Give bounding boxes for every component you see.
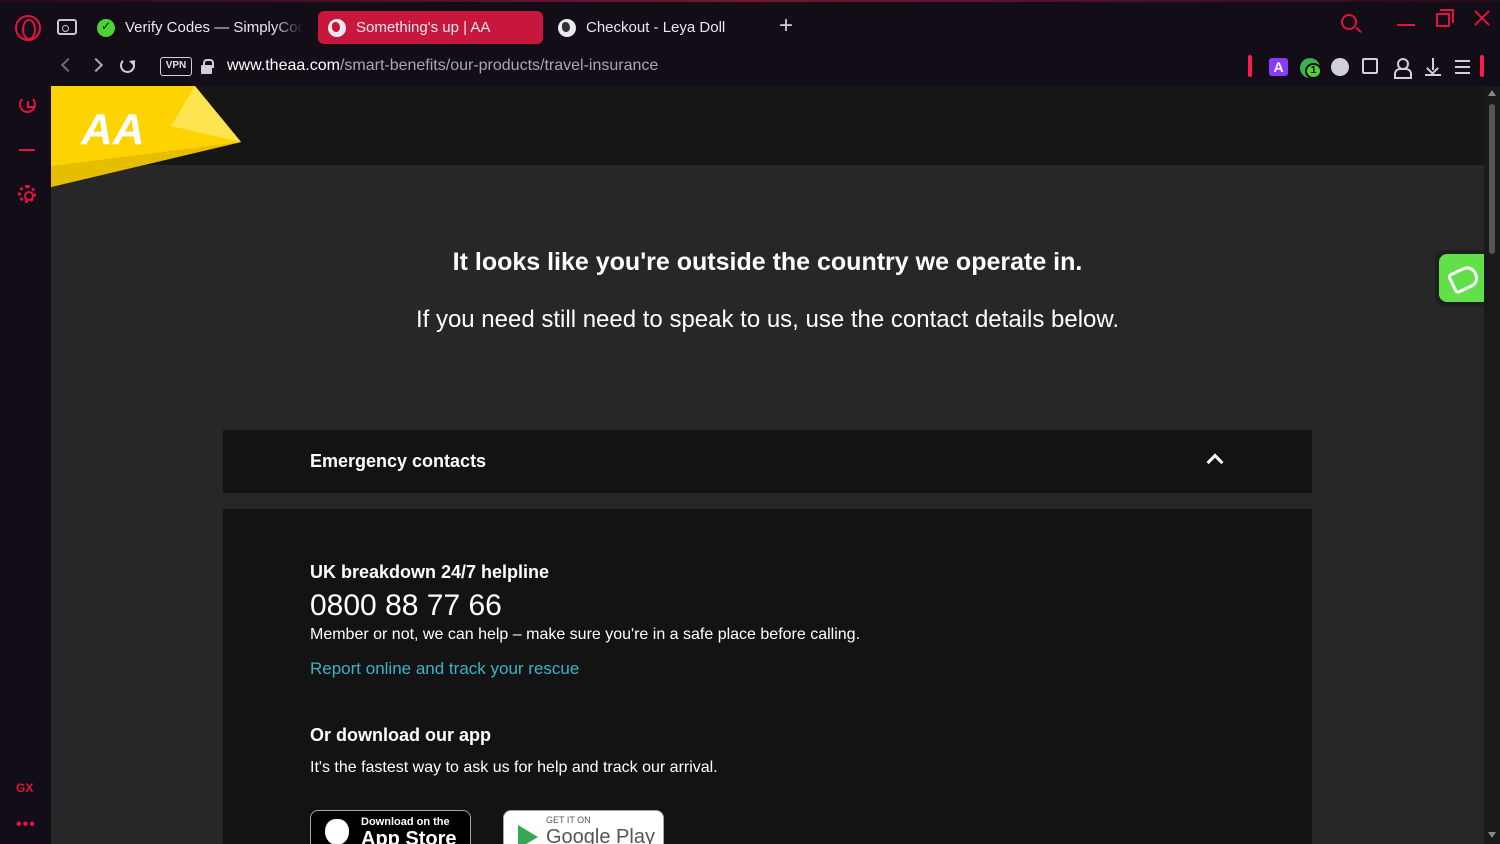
app-store-button[interactable]: Download on the App Store: [310, 810, 471, 844]
forward-icon[interactable]: [88, 57, 104, 73]
sidebar: GX •••: [0, 86, 51, 844]
opera-logo-icon[interactable]: [15, 15, 41, 41]
globe-icon: [558, 18, 576, 37]
tab-search-icon[interactable]: [1341, 14, 1357, 30]
extension-badge: 1: [1305, 63, 1322, 79]
page-subline: If you need still need to speak to us, u…: [415, 306, 1120, 333]
page-scrollbar[interactable]: [1484, 86, 1500, 844]
accent-bar-icon: [1480, 55, 1484, 77]
accordion-panel: UK breakdown 24/7 helpline 0800 88 77 66…: [223, 509, 1312, 844]
helpline-phone: 0800 88 77 66: [310, 589, 502, 622]
new-tab-button[interactable]: +: [776, 14, 796, 38]
scroll-down-icon[interactable]: [1488, 832, 1496, 838]
emergency-contacts-accordion[interactable]: Emergency contacts: [223, 430, 1312, 493]
app-note: It's the fastest way to ask us for help …: [310, 759, 718, 776]
tab-checkout-leya-doll[interactable]: Checkout - Leya Doll: [558, 11, 758, 44]
helpline-note: Member or not, we can help – make sure y…: [310, 626, 861, 643]
google-play-icon: [518, 825, 538, 844]
minimize-icon[interactable]: [1397, 24, 1415, 26]
report-online-link[interactable]: Report online and track your rescue: [310, 659, 579, 679]
tab-label: Checkout - Leya Doll: [586, 19, 726, 36]
profile-icon[interactable]: [1394, 58, 1412, 79]
lock-icon[interactable]: [201, 59, 214, 74]
app-store-small-text: Download on the: [361, 816, 450, 828]
scroll-up-icon[interactable]: [1488, 90, 1496, 96]
google-play-button[interactable]: GET IT ON Google Play: [503, 810, 664, 844]
scroll-thumb[interactable]: [1489, 104, 1495, 254]
tab-label: Something's up | AA: [356, 19, 491, 36]
extension-a-icon[interactable]: A: [1269, 58, 1288, 76]
gx-control-icon[interactable]: [57, 19, 77, 35]
globe-icon: [328, 18, 346, 37]
floating-extension-widget[interactable]: [1435, 250, 1484, 306]
sidebar-divider: [19, 149, 35, 151]
tab-somethings-up-aa[interactable]: Something's up | AA: [318, 11, 543, 44]
apple-icon: [325, 819, 349, 844]
app-store-big-text: App Store: [361, 828, 457, 844]
back-icon[interactable]: [60, 57, 76, 73]
page-content: AA It looks like you're outside the coun…: [51, 86, 1484, 844]
google-play-big-text: Google Play: [546, 826, 655, 844]
extension-c-icon[interactable]: [1331, 58, 1349, 76]
settings-gear-icon[interactable]: [18, 185, 36, 203]
chevron-up-icon[interactable]: [1206, 453, 1224, 471]
aa-logo[interactable]: AA: [51, 86, 241, 187]
simplycodes-check-icon: [97, 18, 115, 37]
reload-icon[interactable]: [120, 58, 135, 73]
url-field[interactable]: www.theaa.com/smart-benefits/our-product…: [227, 57, 658, 75]
url-host: www.theaa.com: [227, 57, 340, 74]
app-heading: Or download our app: [310, 725, 491, 745]
history-icon[interactable]: [19, 96, 36, 113]
tab-bar: Verify Codes — SimplyCodes Something's u…: [0, 0, 1500, 48]
more-icon[interactable]: •••: [16, 816, 36, 834]
helpline-heading: UK breakdown 24/7 helpline: [310, 562, 550, 582]
accordion-title: Emergency contacts: [310, 451, 487, 471]
easy-setup-menu-icon[interactable]: [1455, 60, 1470, 74]
download-icon[interactable]: [1425, 58, 1441, 76]
restore-icon[interactable]: [1436, 9, 1454, 27]
url-path: /smart-benefits/our-products/travel-insu…: [339, 57, 659, 74]
page-headline: It looks like you're outside the country…: [452, 248, 1083, 276]
vpn-badge[interactable]: VPN: [160, 57, 192, 76]
accent-bar-icon: [1248, 55, 1252, 77]
tab-verify-codes[interactable]: Verify Codes — SimplyCodes: [97, 11, 303, 44]
site-header: [51, 86, 1484, 165]
close-icon[interactable]: [1472, 9, 1490, 27]
price-tag-icon: [1439, 254, 1484, 302]
extensions-cube-icon[interactable]: [1362, 58, 1378, 74]
gx-corner-icon[interactable]: GX: [16, 781, 33, 795]
logo-text: AA: [80, 105, 145, 154]
google-play-small-text: GET IT ON: [546, 815, 591, 825]
